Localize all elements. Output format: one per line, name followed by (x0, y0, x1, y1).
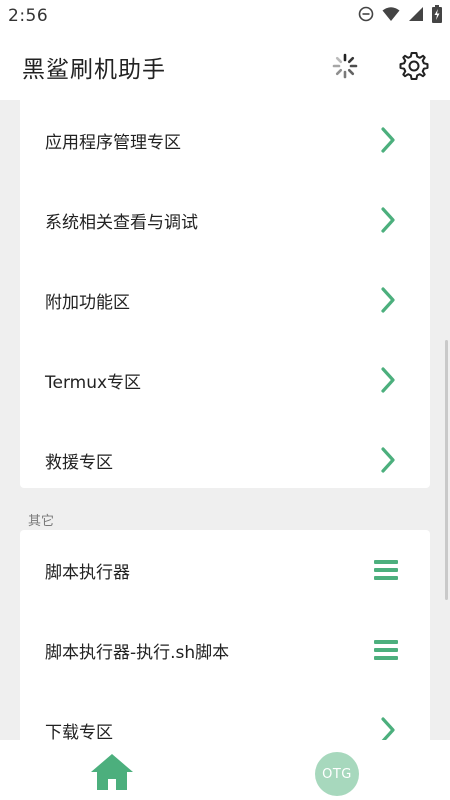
list-item-label: 附加功能区 (45, 293, 130, 313)
app-bar: 黑鲨刷机助手 (0, 32, 450, 100)
list-item-label: 系统相关查看与调试 (45, 213, 198, 233)
loading-spinner-icon[interactable] (329, 50, 361, 82)
list-item-script-runner[interactable]: 脚本执行器 (20, 530, 430, 610)
chevron-right-icon (374, 206, 402, 234)
chevron-right-icon (374, 366, 402, 394)
otg-label: OTG (322, 766, 352, 782)
settings-gear-icon[interactable] (398, 50, 430, 82)
bottom-nav: OTG (0, 740, 450, 800)
list-item-rescue[interactable]: 救援专区 (20, 408, 430, 488)
list-item-termux[interactable]: Termux专区 (20, 328, 430, 408)
list-item-script-runner-sh[interactable]: 脚本执行器-执行.sh脚本 (20, 610, 430, 690)
list-item-system-debug[interactable]: 系统相关查看与调试 (20, 168, 430, 248)
scrollbar[interactable] (445, 340, 448, 600)
chevron-right-icon (374, 126, 402, 154)
app-title: 黑鲨刷机助手 (22, 57, 166, 83)
menu-icon (372, 556, 400, 584)
list-item-label: 下载专区 (45, 723, 113, 740)
chevron-right-icon (374, 286, 402, 314)
list-item-label: 救援专区 (45, 453, 113, 473)
list-item-extra-features[interactable]: 附加功能区 (20, 248, 430, 328)
status-icons (358, 5, 442, 27)
list-item-app-management[interactable]: 应用程序管理专区 (20, 100, 430, 168)
otg-button[interactable]: OTG (315, 752, 359, 796)
list-item-label: 应用程序管理专区 (45, 133, 181, 153)
list-item-label: 脚本执行器-执行.sh脚本 (45, 643, 230, 663)
other-card: 脚本执行器 脚本执行器-执行.sh脚本 下载专区 (20, 530, 430, 740)
feature-card: 应用程序管理专区 系统相关查看与调试 附加功能区 Termux专区 救援专区 (20, 100, 430, 488)
section-header-other: 其它 (28, 514, 55, 529)
chevron-right-icon (374, 446, 402, 474)
menu-icon (372, 636, 400, 664)
signal-icon (408, 6, 424, 26)
status-bar: 2:56 (0, 0, 450, 32)
status-time: 2:56 (8, 6, 49, 26)
list-item-downloads[interactable]: 下载专区 (20, 690, 430, 740)
wifi-icon (382, 6, 400, 26)
main-content[interactable]: 应用程序管理专区 系统相关查看与调试 附加功能区 Termux专区 救援专区 其… (0, 100, 450, 740)
do-not-disturb-icon (358, 6, 374, 26)
battery-charging-icon (432, 5, 442, 27)
list-item-label: Termux专区 (45, 373, 142, 393)
home-icon[interactable] (88, 752, 136, 792)
chevron-right-icon (374, 716, 402, 740)
list-item-label: 脚本执行器 (45, 563, 130, 583)
